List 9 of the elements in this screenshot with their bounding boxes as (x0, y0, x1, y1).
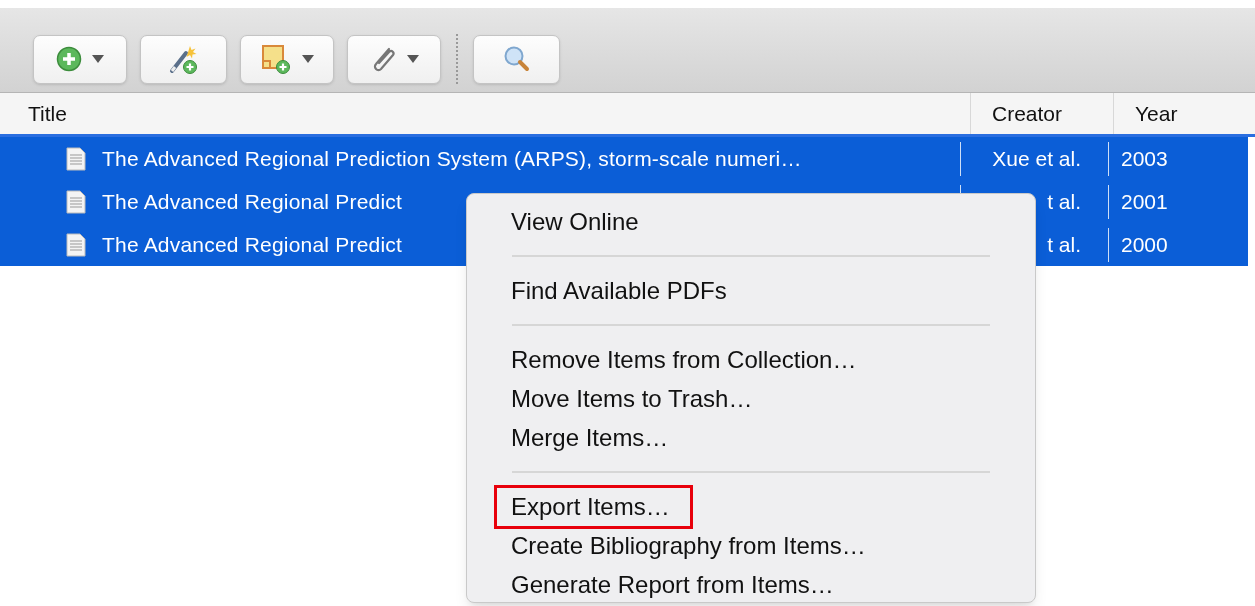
year-cell-text: 2001 (1121, 188, 1168, 215)
title-cell-text: The Advanced Regional Prediction System (ARPS), storm-scale numeri… (102, 145, 802, 172)
title-cell-text: The Advanced Regional Predict (102, 188, 402, 215)
creator-cell-text: Xue et al. (992, 145, 1081, 172)
year-cell-text: 2003 (1121, 145, 1168, 172)
creator-cell-text: t al. (1047, 231, 1081, 258)
year-cell-text: 2000 (1121, 231, 1168, 258)
title-cell-text: The Advanced Regional Predict (102, 231, 402, 258)
creator-cell-text: t al. (1047, 188, 1081, 215)
